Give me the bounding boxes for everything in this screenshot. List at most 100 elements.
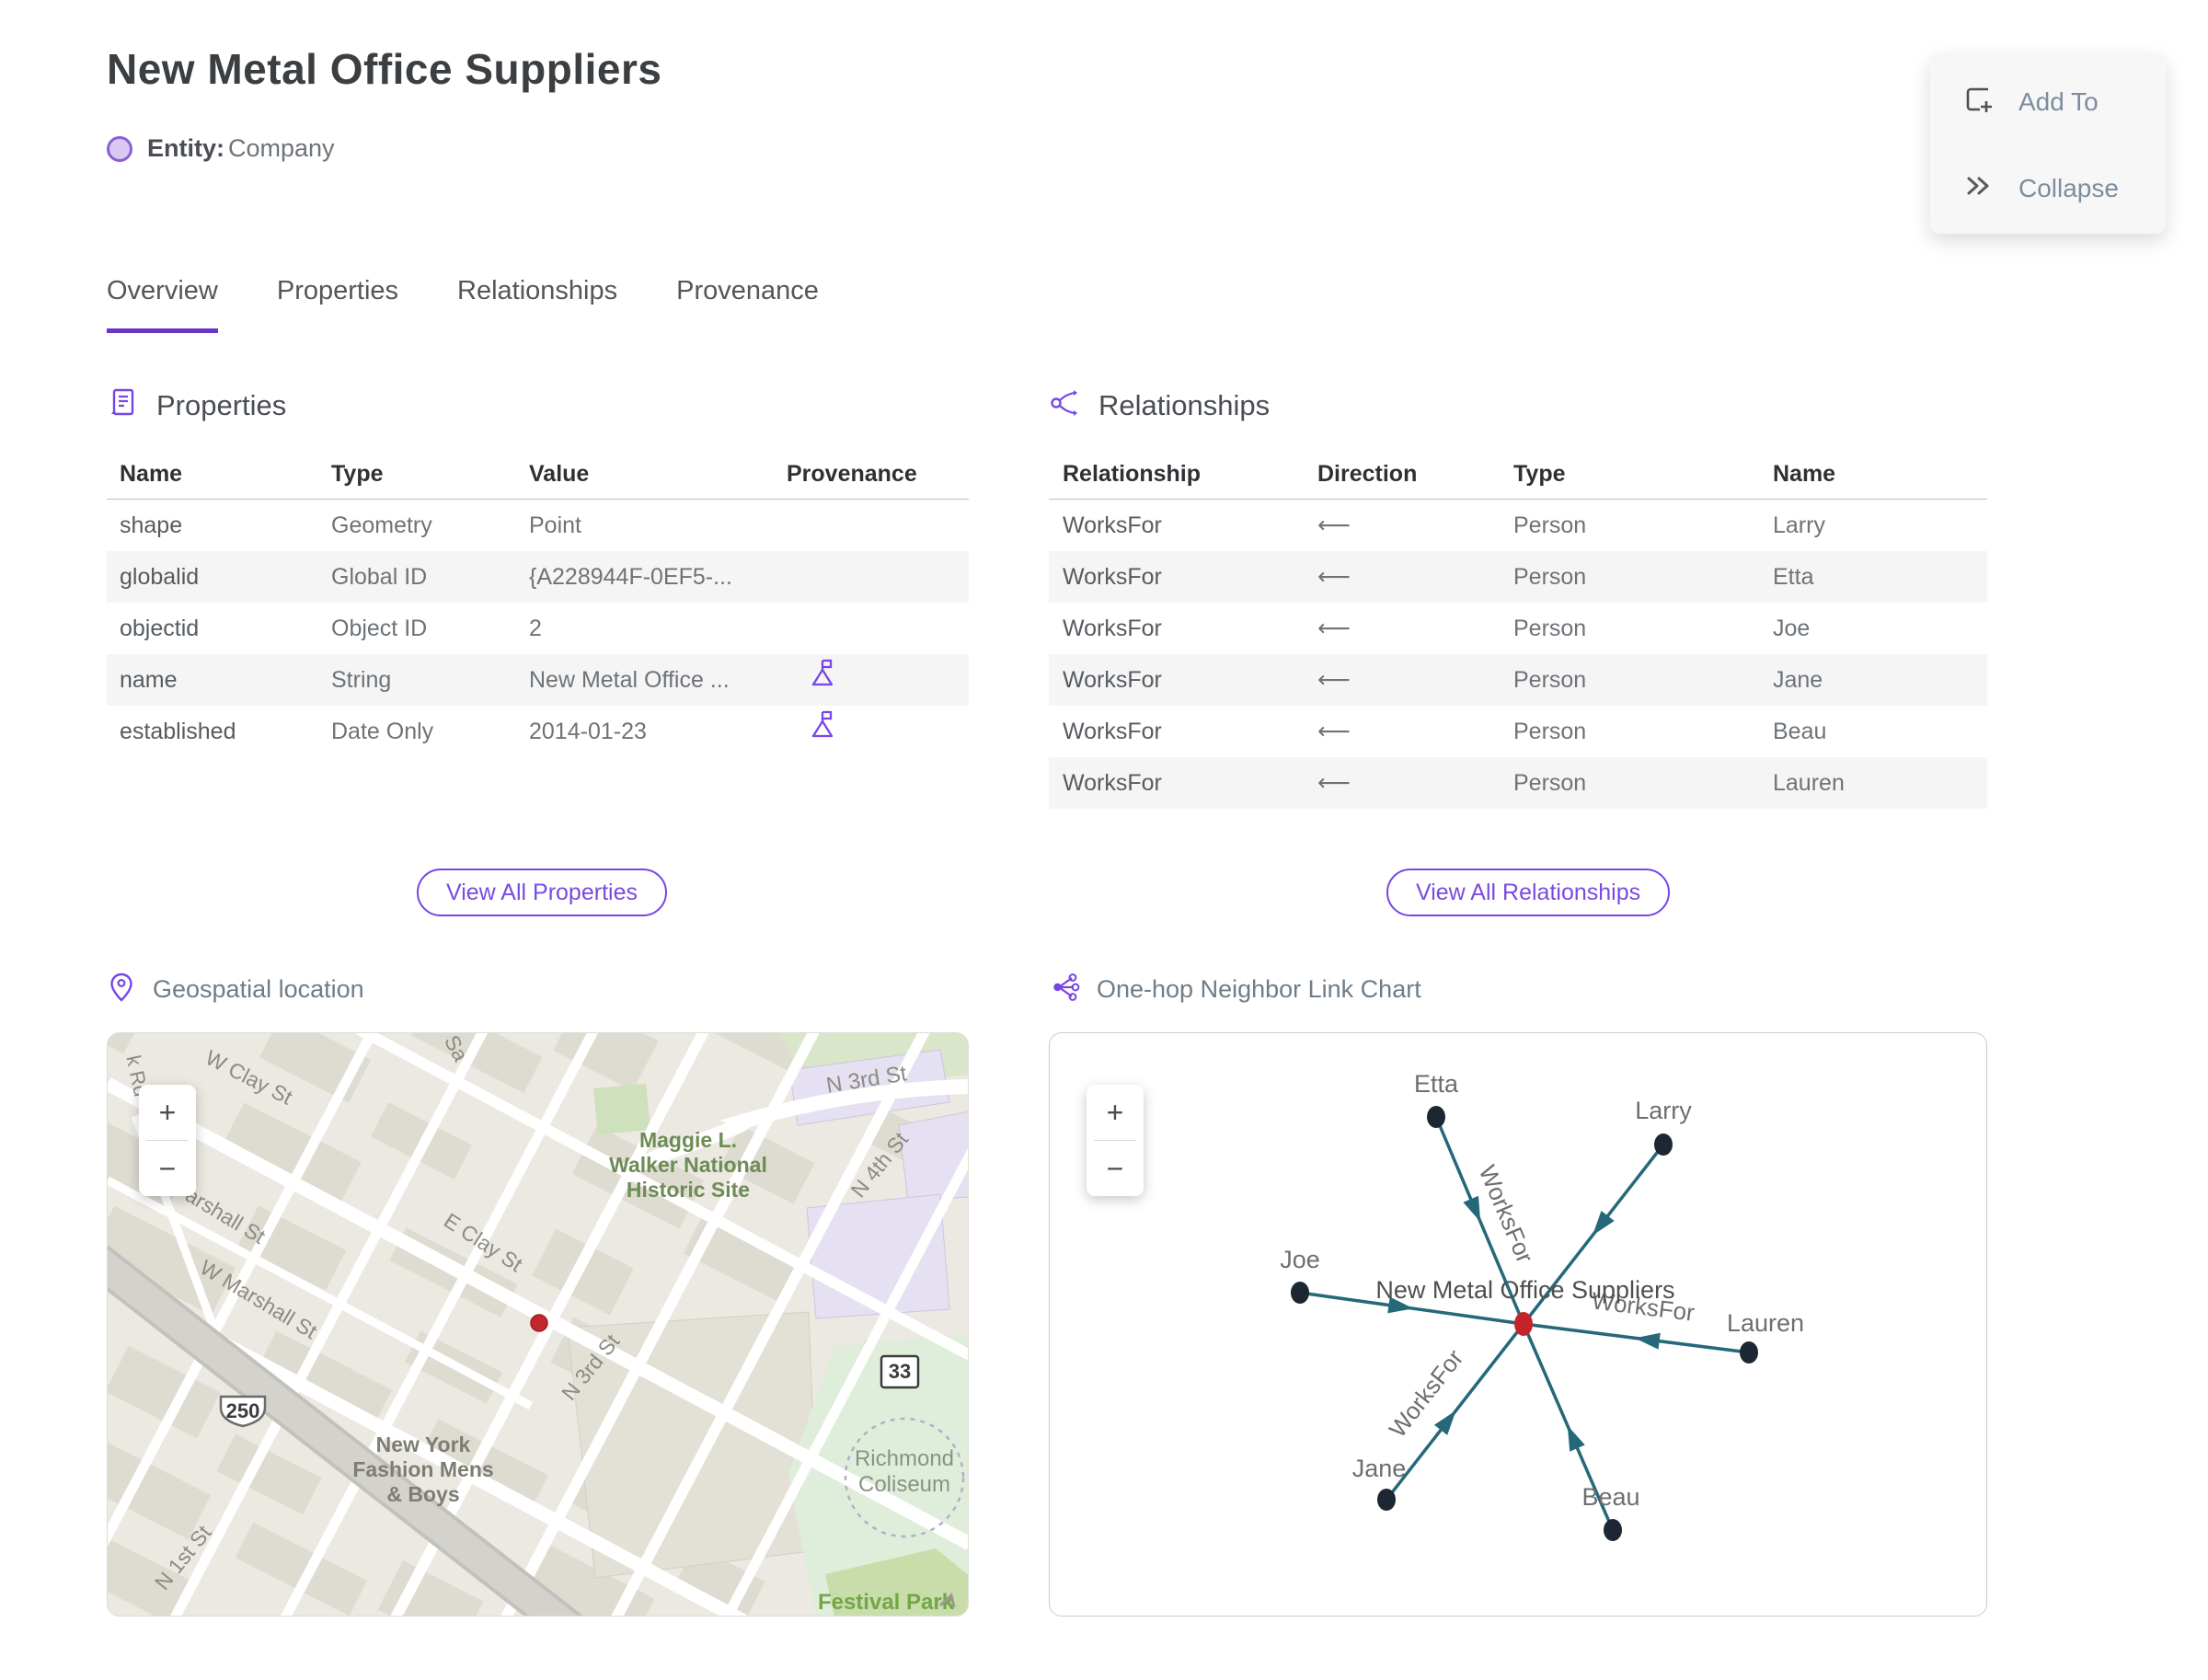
table-cell: Object ID	[331, 616, 428, 641]
entity-type-dot	[107, 135, 132, 162]
column-header: Value	[529, 461, 590, 487]
entity-name-link[interactable]: Lauren	[1773, 757, 1845, 809]
edge-arrowhead	[1634, 1332, 1661, 1350]
provenance-flag-icon	[810, 706, 835, 757]
collapse-button[interactable]: Collapse	[1961, 169, 2119, 207]
node-joe[interactable]	[1291, 1282, 1309, 1304]
node-label: Etta	[1414, 1070, 1459, 1098]
node-label: Joe	[1280, 1246, 1320, 1273]
direction-arrow: ⟵	[1317, 719, 1351, 744]
table-cell: {A228944F-0EF5-...	[529, 564, 732, 590]
table-cell: Person	[1513, 616, 1587, 641]
node-lauren[interactable]	[1740, 1341, 1758, 1364]
geospatial-section-title: Geospatial location	[153, 975, 364, 1003]
node-etta[interactable]	[1427, 1106, 1445, 1128]
tab-overview[interactable]: Overview	[107, 276, 218, 333]
entity-name-link[interactable]: Beau	[1773, 706, 1826, 757]
tab-bar: Overview Properties Relationships Provenanc…	[107, 276, 819, 333]
map-canvas[interactable]: 250 33 k Rd W Clay St Sa arshall St W Marshal…	[107, 1032, 969, 1617]
center-node[interactable]	[1514, 1312, 1533, 1336]
node-label: Lauren	[1727, 1309, 1804, 1337]
view-all-properties-button[interactable]: View All Properties	[417, 869, 667, 916]
entity-detail-page: New Metal Office Suppliers Entity: Compan…	[0, 0, 2208, 1680]
chart-zoom-in-button[interactable]: +	[1087, 1085, 1144, 1140]
node-label: Jane	[1352, 1455, 1407, 1482]
table-cell: Person	[1513, 512, 1587, 538]
table-cell: 2	[529, 616, 542, 641]
table-cell: Global ID	[331, 564, 428, 590]
relationship-link[interactable]: WorksFor	[1063, 654, 1162, 706]
table-cell: shape	[120, 512, 183, 538]
route-shield-250: 250	[219, 1395, 267, 1428]
table-cell: established	[120, 719, 236, 744]
link-chart-icon	[1049, 972, 1080, 1007]
properties-icon	[107, 386, 140, 424]
map-label: Richmond Coliseum	[855, 1446, 954, 1497]
table-row: WorksFor ⟵ Person Lauren	[1049, 757, 1987, 809]
view-all-relationships-button[interactable]: View All Relationships	[1386, 869, 1671, 916]
node-label: Larry	[1635, 1097, 1692, 1124]
node-larry[interactable]	[1654, 1133, 1673, 1156]
table-cell: 2014-01-23	[529, 719, 647, 744]
entity-name-link[interactable]: Joe	[1773, 603, 1810, 654]
relationship-link[interactable]: WorksFor	[1063, 603, 1162, 654]
table-cell: String	[331, 667, 392, 693]
table-cell: Point	[529, 512, 581, 538]
map-zoom-in-button[interactable]: +	[139, 1085, 196, 1140]
relationship-link[interactable]: WorksFor	[1063, 551, 1162, 603]
node-jane[interactable]	[1377, 1489, 1396, 1511]
svg-text:250: 250	[226, 1399, 260, 1422]
table-row: WorksFor ⟵ Person Joe	[1049, 603, 1987, 654]
map-zoom-out-button[interactable]: −	[139, 1141, 196, 1196]
table-cell: globalid	[120, 564, 200, 590]
tab-properties[interactable]: Properties	[277, 276, 398, 333]
geospatial-section-header: Geospatial location	[107, 972, 364, 1007]
table-row: WorksFor ⟵ Person Beau	[1049, 706, 1987, 757]
relationship-link[interactable]: WorksFor	[1063, 500, 1162, 551]
table-row: WorksFor ⟵ Person Etta	[1049, 551, 1987, 603]
entity-name-link[interactable]: Jane	[1773, 654, 1823, 706]
add-to-button[interactable]: Add To	[1961, 83, 2099, 121]
relationship-link[interactable]: WorksFor	[1063, 757, 1162, 809]
table-cell: Geometry	[331, 512, 432, 538]
svg-text:33: 33	[889, 1360, 911, 1383]
entity-name-link[interactable]: Etta	[1773, 551, 1813, 603]
floating-actions-panel: Add To Collapse	[1930, 53, 2166, 234]
table-row: objectid Object ID 2	[107, 603, 969, 654]
edge-arrowhead	[1433, 1410, 1456, 1435]
table-cell: name	[120, 667, 178, 693]
tab-relationships[interactable]: Relationships	[457, 276, 617, 333]
column-header: Direction	[1317, 461, 1418, 487]
link-chart-canvas[interactable]: WorksFor WorksFor WorksFor Etta Larry Joe Jane…	[1049, 1032, 1987, 1617]
map-label: Festival Park	[818, 1590, 955, 1615]
relationships-section-header: Relationships	[1049, 386, 1270, 424]
properties-section-title: Properties	[156, 388, 287, 421]
column-header: Type	[1513, 461, 1566, 487]
table-row: WorksFor ⟵ Person Jane	[1049, 654, 1987, 706]
route-shield-33: 33	[880, 1354, 920, 1389]
entity-type: Company	[228, 134, 335, 162]
edge-arrowhead	[1592, 1210, 1615, 1236]
relationships-table: Relationship Direction Type Name WorksFor ⟵ Pe…	[1049, 447, 1987, 809]
chart-zoom-control: + −	[1087, 1085, 1144, 1196]
table-row: WorksFor ⟵ Person Larry	[1049, 500, 1987, 551]
column-header: Type	[331, 461, 384, 487]
node-label: Beau	[1581, 1483, 1639, 1511]
table-row: shape Geometry Point	[107, 500, 969, 551]
entity-name-link[interactable]: Larry	[1773, 500, 1825, 551]
table-cell: Person	[1513, 564, 1587, 590]
chart-zoom-out-button[interactable]: −	[1087, 1141, 1144, 1196]
relationships-section-title: Relationships	[1098, 388, 1271, 421]
column-header: Name	[120, 461, 183, 487]
location-marker[interactable]	[530, 1314, 548, 1332]
collapse-label: Collapse	[2018, 173, 2119, 202]
node-beau[interactable]	[1604, 1519, 1622, 1541]
table-cell: Person	[1513, 719, 1587, 744]
tab-provenance[interactable]: Provenance	[676, 276, 819, 333]
direction-arrow: ⟵	[1317, 770, 1351, 796]
table-cell: Person	[1513, 770, 1587, 796]
table-row: globalid Global ID {A228944F-0EF5-...	[107, 551, 969, 603]
relationship-link[interactable]: WorksFor	[1063, 706, 1162, 757]
edge-arrowhead	[1463, 1195, 1481, 1223]
table-row: name String New Metal Office ...	[107, 654, 969, 706]
